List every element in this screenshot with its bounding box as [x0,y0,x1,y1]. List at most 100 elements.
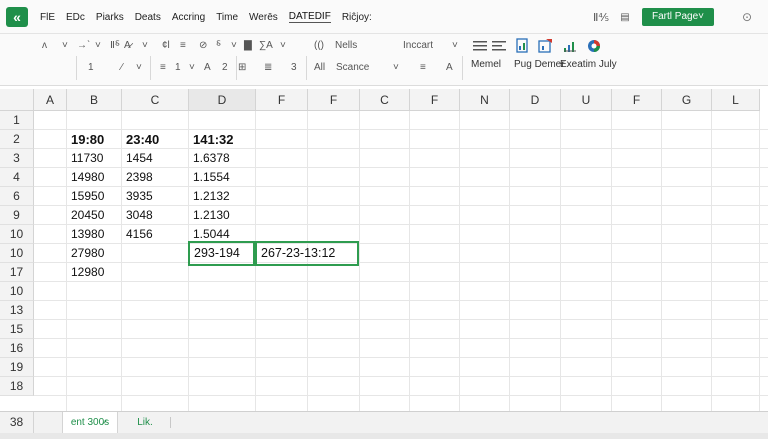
list-icon[interactable]: ≣ [264,61,272,75]
cell[interactable]: 3935 [122,187,189,206]
menu-item[interactable]: Piarks [96,12,124,23]
ribbon-group-label[interactable]: Memel [471,58,501,72]
row-header[interactable]: 17 [0,263,34,282]
doc-icon[interactable] [514,38,530,54]
row-header[interactable]: 15 [0,320,34,339]
chart-icon[interactable] [562,38,578,54]
row-header[interactable]: 2 [0,130,34,149]
format-icon[interactable]: ⸹ [216,39,221,53]
ribbon-toggle-icon[interactable]: Ⅱ⅘ [590,11,612,24]
line-icon[interactable]: ʌ [42,39,47,53]
ribbon-group-label[interactable]: Exeatim July [560,58,617,72]
column-header[interactable]: C [122,89,189,111]
row-header[interactable]: 1 [0,111,34,130]
row-header[interactable]: 19 [0,358,34,377]
row-header[interactable]: 18 [0,377,34,396]
selected-cell[interactable]: 267-23-13:12 [255,241,359,266]
chart-icon[interactable]: (() [314,39,324,53]
menu-item[interactable]: Werēs [249,12,278,23]
menu-item[interactable]: DATEDIF [288,11,331,23]
triangle-icon[interactable]: A [204,61,211,75]
column-header[interactable]: G [662,89,712,111]
bold-icon[interactable]: ≡ [420,61,426,75]
row-header[interactable]: 10 [0,225,34,244]
column-header[interactable]: C [360,89,410,111]
cell[interactable]: 23:40 [122,130,189,149]
text-icon[interactable]: A [446,61,453,75]
number-icon[interactable]: 3 [291,61,297,75]
font-color-icon[interactable]: A̷ [124,39,131,53]
cell[interactable]: 141:32 [189,130,256,149]
column-header[interactable]: F [256,89,308,111]
menu-lines-icon[interactable] [472,38,488,54]
cell[interactable]: 3048 [122,206,189,225]
cell[interactable]: 19:80 [67,130,122,149]
dropdown-icon[interactable]: ˅ [452,39,458,53]
fill-icon[interactable]: ▇ [244,39,252,53]
cell[interactable]: 1.6378 [189,149,256,168]
cell[interactable]: 11730 [67,149,122,168]
menu-item[interactable]: FlE [40,12,55,23]
number-icon[interactable]: 1 [88,61,94,75]
menu-item[interactable]: EDc [66,12,85,23]
layout-icon[interactable]: ▤ [616,12,634,23]
cell[interactable]: 14980 [67,168,122,187]
row-header[interactable]: 9 [0,206,34,225]
column-header[interactable]: B [67,89,122,111]
column-header[interactable]: U [561,89,612,111]
column-header[interactable]: F [308,89,360,111]
spreadsheet-grid[interactable]: A B C D F F C F N D U F G L 1 2 3 4 6 9 10 10 17 10 13 15 16 19 18 19… [0,89,768,411]
dropdown-icon[interactable]: ˅ [280,39,286,53]
dropdown-icon[interactable]: ˅ [62,39,68,53]
row-header[interactable]: 6 [0,187,34,206]
sheet-tab[interactable]: ent 300̷s [62,412,118,433]
row-header[interactable]: 10 [0,282,34,301]
number-icon[interactable]: 1 [175,61,181,75]
row-header[interactable]: 3 [0,149,34,168]
grid-icon[interactable]: ⊞ [238,61,246,75]
dropdown-icon[interactable]: ˅ [231,39,237,53]
cell[interactable]: 13980 [67,225,122,244]
cell[interactable]: 12980 [67,263,122,282]
column-header[interactable]: L [712,89,760,111]
sum-icon[interactable]: ∑A [259,39,273,53]
row-header[interactable]: 10 [0,244,34,263]
dropdown-icon[interactable]: ˅ [142,39,148,53]
share-button[interactable]: Fartl Page˅ [642,8,714,26]
column-header[interactable]: F [410,89,460,111]
close-icon[interactable]: ⊙ [738,10,756,24]
column-header[interactable]: F [612,89,662,111]
dropdown-icon[interactable]: ˅ [136,61,142,75]
cell[interactable]: 1454 [122,149,189,168]
chart-flag-icon[interactable] [537,38,553,54]
number-icon[interactable]: 2 [222,61,228,75]
sheet-tab[interactable]: Lik. [128,412,162,433]
list-icon[interactable]: ≡ [160,61,166,75]
cell[interactable]: 1.2130 [189,206,256,225]
menu-item[interactable]: Riĉjoy: [342,12,372,23]
color-wheel-icon[interactable] [586,38,602,54]
column-header[interactable]: D [189,89,256,111]
paste-icon[interactable]: Ⅱ⸹ [110,39,120,53]
app-logo-icon[interactable]: « [6,7,28,27]
cell[interactable]: 15950 [67,187,122,206]
insert-icon[interactable]: Inccart [403,39,433,53]
row-header[interactable]: 4 [0,168,34,187]
pen-icon[interactable]: ∕ [121,61,123,75]
cell[interactable]: 2398 [122,168,189,187]
dropdown-icon[interactable]: ˅ [393,61,399,75]
cell[interactable]: 4156 [122,225,189,244]
row-header[interactable]: 16 [0,339,34,358]
scenario-icon[interactable]: Scance [336,61,369,75]
menu-lines-icon[interactable] [491,38,507,54]
pen-icon[interactable]: ⊘ [199,39,207,53]
copy-icon[interactable]: ≡ [180,39,186,53]
cell[interactable]: 1.2132 [189,187,256,206]
column-header[interactable]: N [460,89,510,111]
column-header[interactable]: D [510,89,561,111]
column-header[interactable]: A [34,89,67,111]
select-all-corner[interactable] [0,89,34,111]
cell[interactable]: 27980 [67,244,122,263]
undo-icon[interactable]: →ˋ [77,39,90,53]
all-icon[interactable]: All [314,61,325,75]
